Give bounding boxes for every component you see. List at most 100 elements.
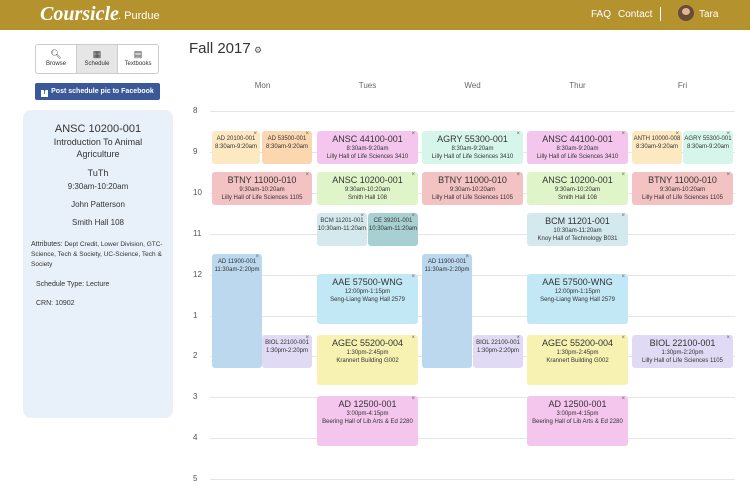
user-avatar[interactable] xyxy=(678,5,694,21)
calendar-event[interactable]: BTNY 11000-010 9:30am-10:20am Lilly Hall o… xyxy=(212,172,312,205)
calendar-event[interactable]: CE 39201-001 10:30am-11:20am × xyxy=(368,213,418,246)
remove-event-close-icon[interactable]: × xyxy=(516,335,520,341)
hour-label: 1 xyxy=(193,311,198,320)
remove-event-close-icon[interactable]: × xyxy=(516,131,520,137)
calendar-event[interactable]: ANSC 10200-001 9:30am-10:20am Smith Hall 1… xyxy=(317,172,418,205)
coursicle-logo[interactable]: Coursicle xyxy=(40,3,119,26)
remove-event-close-icon[interactable]: × xyxy=(621,396,625,402)
calendar-event[interactable]: AD 53500-001 8:30am-9:20am × xyxy=(262,131,312,164)
tab-textbooks[interactable]: ▤ Textbooks xyxy=(118,45,158,73)
remove-event-close-icon[interactable]: × xyxy=(305,172,309,178)
tab-browse[interactable]: 🔍︎ Browse xyxy=(36,45,77,73)
remove-event-close-icon[interactable]: × xyxy=(411,213,415,219)
remove-event-close-icon[interactable]: × xyxy=(465,254,469,260)
hour-gridline xyxy=(210,479,735,480)
remove-event-close-icon[interactable]: × xyxy=(360,213,364,219)
calendar-event[interactable]: BIOL 22100-001 1:30pm-2:20pm × xyxy=(473,335,523,368)
calendar-event[interactable]: AGEC 55200-004 1:30pm-2:45pm Krannert Buil… xyxy=(317,335,418,385)
remove-event-close-icon[interactable]: × xyxy=(621,172,625,178)
calendar-event[interactable]: BCM 11201-001 10:30am-11:20am × xyxy=(317,213,367,246)
day-header-mon: Mon xyxy=(254,81,271,90)
event-time: 8:30am-9:20am xyxy=(556,146,599,152)
tab-schedule-label: Schedule xyxy=(84,61,110,67)
contact-link[interactable]: Contact xyxy=(618,9,652,20)
calendar-event[interactable]: ANTH 10000-008 8:30am-9:20am × xyxy=(632,131,682,164)
semester-title[interactable]: Fall 2017 xyxy=(189,40,251,57)
remove-event-close-icon[interactable]: × xyxy=(305,335,309,341)
event-time: 8:30am-9:20am xyxy=(686,144,730,150)
hour-gridline xyxy=(210,316,735,317)
remove-event-close-icon[interactable]: × xyxy=(411,335,415,341)
event-time: 8:30am-9:20am xyxy=(635,144,679,150)
event-location: Lilly Hall of Life Sciences 1105 xyxy=(432,195,513,201)
calendar-event[interactable]: AGRY 55300-001 8:30am-9:20am Lilly Hall of… xyxy=(422,131,523,164)
calendar-event[interactable]: AD 11900-001 11:30am-2:20pm × xyxy=(212,254,262,368)
calendar-event[interactable]: BTNY 11000-010 9:30am-10:20am Lilly Hall o… xyxy=(632,172,733,205)
event-time: 8:30am-9:20am xyxy=(346,146,389,152)
hour-label: 3 xyxy=(193,392,198,401)
remove-event-close-icon[interactable]: × xyxy=(726,172,730,178)
attributes-label: Attributes: xyxy=(31,241,63,248)
event-course-code: BTNY 11000-010 xyxy=(227,175,297,185)
user-name[interactable]: Tara xyxy=(699,9,718,20)
course-instructor[interactable]: John Patterson xyxy=(23,200,173,209)
hour-gridline xyxy=(210,234,735,235)
remove-event-close-icon[interactable]: × xyxy=(621,274,625,280)
remove-event-close-icon[interactable]: × xyxy=(726,335,730,341)
calendar-event[interactable]: BCM 11201-001 10:30am-11:20am Knoy Hall of… xyxy=(527,213,628,246)
calendar-event[interactable]: BIOL 22100-001 1:30pm-2:20pm × xyxy=(262,335,312,368)
calendar-event[interactable]: AAE 57500-WNG 12:00pm-1:15pm Seng-Liang Wa… xyxy=(527,274,628,324)
remove-event-close-icon[interactable]: × xyxy=(411,131,415,137)
calendar-icon: ▦ xyxy=(92,49,102,59)
school-name: . Purdue xyxy=(118,10,160,22)
remove-event-close-icon[interactable]: × xyxy=(411,274,415,280)
day-header-fri: Fri xyxy=(677,81,688,90)
remove-event-close-icon[interactable]: × xyxy=(255,254,259,260)
calendar-event[interactable]: BTNY 11000-010 9:30am-10:20am Lilly Hall o… xyxy=(422,172,523,205)
remove-event-close-icon[interactable]: × xyxy=(621,335,625,341)
event-time: 9:30am-10:20am xyxy=(659,187,706,193)
tab-schedule[interactable]: ▦ Schedule xyxy=(77,45,118,73)
course-days: TuTh xyxy=(87,168,109,178)
calendar-event[interactable]: BIOL 22100-001 1:30pm-2:20pm Lilly Hall of… xyxy=(632,335,733,368)
remove-event-close-icon[interactable]: × xyxy=(253,131,257,137)
event-course-code: AGEC 55200-004 xyxy=(541,338,614,348)
calendar-event[interactable]: AGEC 55200-004 1:30pm-2:45pm Krannert Buil… xyxy=(527,335,628,385)
book-icon: ▤ xyxy=(133,49,143,59)
remove-event-close-icon[interactable]: × xyxy=(411,396,415,402)
course-detail-panel: ANSC 10200-001 Introduction To Animal Ag… xyxy=(23,110,173,418)
calendar-event[interactable]: AD 11900-001 11:30am-2:20pm × xyxy=(422,254,472,368)
calendar-event[interactable]: AAE 57500-WNG 12:00pm-1:15pm Seng-Liang Wa… xyxy=(317,274,418,324)
remove-event-close-icon[interactable]: × xyxy=(305,131,309,137)
calendar-event[interactable]: AGRY 55300-001 8:30am-9:20am × xyxy=(683,131,733,164)
calendar-event[interactable]: AD 12500-001 3:00pm-4:15pm Beering Hall of… xyxy=(317,396,418,446)
settings-gear-icon[interactable]: ⚙ xyxy=(254,45,262,56)
remove-event-close-icon[interactable]: × xyxy=(516,172,520,178)
calendar-event[interactable]: ANSC 44100-001 8:30am-9:20am Lilly Hall of… xyxy=(527,131,628,164)
event-time: 8:30am-9:20am xyxy=(451,146,494,152)
remove-event-close-icon[interactable]: × xyxy=(621,131,625,137)
event-location: Krannert Building G002 xyxy=(336,358,399,364)
calendar-event[interactable]: AD 12500-001 3:00pm-4:15pm Beering Hall of… xyxy=(527,396,628,446)
facebook-icon: f xyxy=(41,90,49,97)
remove-event-close-icon[interactable]: × xyxy=(675,131,679,137)
hour-gridline xyxy=(210,438,735,439)
faq-link[interactable]: FAQ xyxy=(591,9,611,20)
view-tabs: 🔍︎ Browse ▦ Schedule ▤ Textbooks xyxy=(35,44,159,74)
event-location: Beering Hall of Lib Arts & Ed 2280 xyxy=(322,419,413,425)
event-location: Lilly Hall of Life Sciences 3410 xyxy=(536,154,619,160)
post-to-facebook-button[interactable]: f Post schedule pic to Facebook xyxy=(35,83,160,100)
event-course-code: ANSC 10200-001 xyxy=(332,175,403,185)
event-time: 11:30am-2:20pm xyxy=(424,267,470,273)
calendar-event[interactable]: ANSC 10200-001 9:30am-10:20am Smith Hall 1… xyxy=(527,172,628,205)
event-course-code: AAE 57500-WNG xyxy=(332,277,403,287)
hour-gridline xyxy=(210,275,735,276)
calendar-event[interactable]: AD 20100-001 8:30am-9:20am × xyxy=(212,131,260,164)
hour-label: 4 xyxy=(193,433,198,442)
calendar-event[interactable]: ANSC 44100-001 8:30am-9:20am Lilly Hall of… xyxy=(317,131,418,164)
remove-event-close-icon[interactable]: × xyxy=(726,131,730,137)
event-course-code: ANSC 44100-001 xyxy=(542,134,613,144)
hour-label: 12 xyxy=(193,270,202,279)
remove-event-close-icon[interactable]: × xyxy=(411,172,415,178)
remove-event-close-icon[interactable]: × xyxy=(621,213,625,219)
